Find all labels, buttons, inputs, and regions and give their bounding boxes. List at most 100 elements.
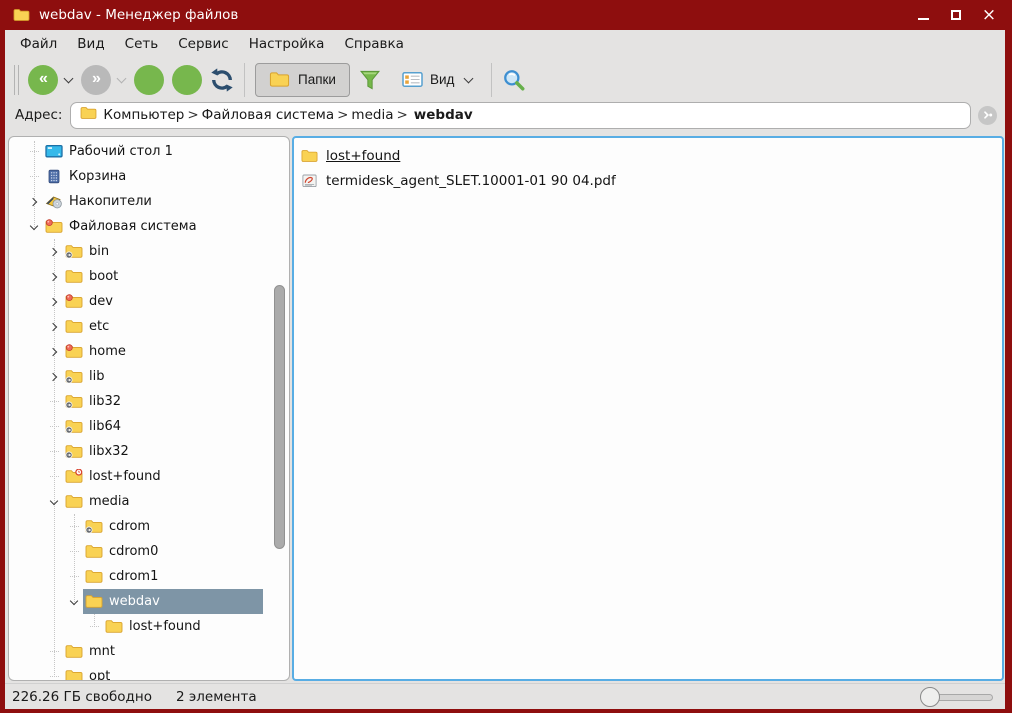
breadcrumb: Компьютер>Файловая система>media>webdav	[103, 107, 472, 123]
forward-icon: »	[92, 71, 100, 89]
breadcrumb-item[interactable]: Файловая система	[202, 107, 334, 123]
tree-expander-icon[interactable]	[65, 593, 83, 611]
file-item-termidesk_agent_slet.10001-01-90-04.pdf[interactable]: termidesk_agent_SLET.10001-01 90 04.pdf	[301, 168, 995, 193]
menu-view[interactable]: Вид	[67, 32, 114, 56]
sidebar-scrollbar[interactable]	[273, 141, 286, 676]
tree-item-body[interactable]: webdav	[83, 589, 263, 614]
tree-item-mnt[interactable]: mnt	[9, 639, 289, 664]
folder-icon	[65, 369, 83, 384]
tree-item-body[interactable]: bin	[63, 239, 263, 264]
tree-expander-icon[interactable]	[45, 368, 63, 386]
toolbar-separator	[244, 63, 245, 97]
tree-item-body[interactable]: Накопители	[43, 189, 263, 214]
folder-icon	[65, 419, 83, 434]
tree-item-body[interactable]: lib32	[63, 389, 263, 414]
tree-item-накопители[interactable]: Накопители	[9, 189, 289, 214]
tree-item-boot[interactable]: boot	[9, 264, 289, 289]
zoom-slider[interactable]	[921, 687, 993, 707]
address-label: Адрес:	[15, 107, 62, 123]
file-item-lost+found[interactable]: lost+found	[301, 143, 995, 168]
back-history-dropdown[interactable]	[64, 73, 74, 83]
view-button[interactable]: Вид	[398, 63, 458, 97]
tree-expander-icon[interactable]	[25, 218, 43, 236]
view-dropdown[interactable]	[464, 73, 474, 83]
tree-item-media[interactable]: media	[9, 489, 289, 514]
maximize-button[interactable]	[949, 8, 963, 22]
tree-item-body[interactable]: etc	[63, 314, 263, 339]
tree-item-lib64[interactable]: lib64	[9, 414, 289, 439]
tree-item-body[interactable]: media	[63, 489, 263, 514]
tree-item-body[interactable]: lib64	[63, 414, 263, 439]
tree-item-рабочий-стол-1[interactable]: Рабочий стол 1	[9, 139, 289, 164]
tree-expander-icon[interactable]	[45, 343, 63, 361]
tree-item-body[interactable]: cdrom0	[83, 539, 263, 564]
tree-item-cdrom0[interactable]: cdrom0	[9, 539, 289, 564]
breadcrumb-item[interactable]: media	[351, 107, 393, 123]
tree-item-body[interactable]: opt	[63, 664, 263, 681]
toolbar-grip[interactable]	[14, 65, 19, 95]
refresh-button[interactable]	[210, 68, 234, 92]
tree-item-body[interactable]: home	[63, 339, 263, 364]
back-button[interactable]: «	[28, 65, 58, 95]
tree-item-lost+found[interactable]: lost+found	[9, 614, 289, 639]
tree-item-dev[interactable]: dev	[9, 289, 289, 314]
tree-item-body[interactable]: lost+found	[103, 614, 263, 639]
menu-help[interactable]: Справка	[334, 32, 413, 56]
tree-item-webdav[interactable]: webdav	[9, 589, 289, 614]
tree-item-cdrom1[interactable]: cdrom1	[9, 564, 289, 589]
tree-item-body[interactable]: Корзина	[43, 164, 263, 189]
tree-expander-icon[interactable]	[45, 243, 63, 261]
breadcrumb-item[interactable]: Компьютер	[103, 107, 184, 123]
back-icon: «	[39, 71, 47, 89]
tree-item-body[interactable]: mnt	[63, 639, 263, 664]
tree-item-home[interactable]: home	[9, 339, 289, 364]
tree-item-body[interactable]: lost+found	[63, 464, 263, 489]
go-button[interactable]	[978, 106, 997, 125]
tree-item-cdrom[interactable]: cdrom	[9, 514, 289, 539]
tree-branch-tick	[45, 443, 63, 461]
tree-item-lib32[interactable]: lib32	[9, 389, 289, 414]
tree-item-etc[interactable]: etc	[9, 314, 289, 339]
tree-item-libx32[interactable]: libx32	[9, 439, 289, 464]
search-button[interactable]	[502, 68, 526, 92]
tree-item-body[interactable]: Файловая система	[43, 214, 263, 239]
filter-button[interactable]	[358, 68, 382, 92]
tree-item-body[interactable]: libx32	[63, 439, 263, 464]
tree-item-корзина[interactable]: Корзина	[9, 164, 289, 189]
tree-item-body[interactable]: Рабочий стол 1	[43, 139, 263, 164]
tree-item-lost+found[interactable]: lost+found	[9, 464, 289, 489]
tree-item-body[interactable]: boot	[63, 264, 263, 289]
title-bar[interactable]: webdav - Менеджер файлов ×	[0, 0, 1012, 30]
menu-tools[interactable]: Сервис	[168, 32, 238, 56]
tree-item-lib[interactable]: lib	[9, 364, 289, 389]
forward-button[interactable]: »	[81, 65, 111, 95]
close-button[interactable]: ×	[982, 8, 996, 22]
menu-file[interactable]: Файл	[10, 32, 67, 56]
refresh-icon	[210, 68, 234, 92]
app-body: ФайлВидСетьСервисНастройкаСправка « » Па…	[5, 30, 1005, 709]
sidebar-scrollbar-thumb[interactable]	[274, 285, 285, 549]
menu-bar: ФайлВидСетьСервисНастройкаСправка	[5, 30, 1005, 57]
breadcrumb-current[interactable]: webdav	[414, 107, 473, 123]
tree-item-body[interactable]: lib	[63, 364, 263, 389]
tree-expander-icon[interactable]	[45, 268, 63, 286]
tree-expander-icon[interactable]	[25, 193, 43, 211]
up-button[interactable]	[134, 65, 164, 95]
tree-expander-icon[interactable]	[45, 318, 63, 336]
tree-item-bin[interactable]: bin	[9, 239, 289, 264]
tree-item-файловая-система[interactable]: Файловая система	[9, 214, 289, 239]
tree-expander-icon[interactable]	[45, 493, 63, 511]
tree-item-opt[interactable]: opt	[9, 664, 289, 681]
file-list-panel[interactable]: lost+foundtermidesk_agent_SLET.10001-01 …	[292, 136, 1004, 681]
tree-item-body[interactable]: cdrom1	[83, 564, 263, 589]
minimize-button[interactable]	[916, 8, 930, 22]
address-input[interactable]: Компьютер>Файловая система>media>webdav	[70, 102, 971, 129]
folders-toggle-button[interactable]: Папки	[255, 63, 350, 97]
menu-settings[interactable]: Настройка	[239, 32, 335, 56]
tree-item-body[interactable]: dev	[63, 289, 263, 314]
home-button[interactable]	[172, 65, 202, 95]
tree-item-body[interactable]: cdrom	[83, 514, 263, 539]
tree-expander-icon[interactable]	[45, 293, 63, 311]
menu-network[interactable]: Сеть	[115, 32, 169, 56]
zoom-slider-knob[interactable]	[920, 687, 940, 707]
